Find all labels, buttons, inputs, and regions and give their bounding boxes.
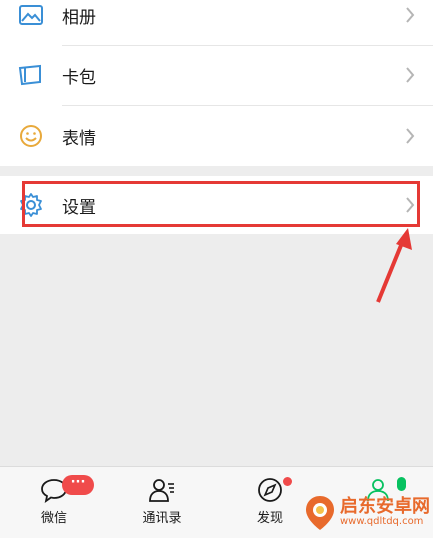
sticker-smile-icon bbox=[18, 123, 44, 149]
tab-label: 通讯录 bbox=[142, 511, 182, 526]
photo-album-icon bbox=[18, 2, 44, 28]
menu-item-label: 表情 bbox=[62, 128, 96, 149]
settings-group: 设置 bbox=[0, 176, 433, 234]
menu-item-label: 相册 bbox=[62, 7, 96, 28]
chevron-right-icon bbox=[406, 128, 415, 144]
tab-contacts[interactable]: 通讯录 bbox=[108, 467, 216, 538]
watermark-title: 启东安卓网 bbox=[340, 496, 430, 517]
menu-item-settings[interactable]: 设置 bbox=[0, 176, 433, 234]
tab-chats[interactable]: ··· 微信 bbox=[0, 467, 108, 538]
compass-icon bbox=[258, 478, 282, 502]
tab-label: 微信 bbox=[40, 511, 67, 526]
menu-item-stickers[interactable]: 表情 bbox=[0, 107, 433, 165]
contacts-icon bbox=[149, 479, 174, 502]
new-moment-dot bbox=[283, 477, 292, 486]
unread-badge: ··· bbox=[62, 475, 94, 495]
gear-icon bbox=[18, 192, 44, 218]
me-page: 相册 卡包 表情 设置 ··· 微信 通讯录 发现 启东安卓网 www.qdlt… bbox=[0, 0, 433, 538]
divider bbox=[62, 105, 433, 106]
watermark-url: www.qdltdq.com bbox=[340, 516, 424, 527]
menu-item-album[interactable]: 相册 bbox=[0, 0, 433, 44]
card-wallet-icon bbox=[18, 62, 44, 88]
menu-item-label: 设置 bbox=[62, 197, 96, 218]
chevron-right-icon bbox=[406, 7, 415, 23]
menu-item-card-wallet[interactable]: 卡包 bbox=[0, 46, 433, 104]
watermark-logo-icon bbox=[306, 496, 334, 530]
chevron-right-icon bbox=[406, 197, 415, 213]
menu-item-label: 卡包 bbox=[62, 67, 96, 88]
watermark: 启东安卓网 www.qdltdq.com bbox=[300, 488, 433, 538]
chevron-right-icon bbox=[406, 67, 415, 83]
menu-group: 相册 卡包 表情 bbox=[0, 0, 433, 166]
annotation-arrow-icon bbox=[376, 228, 412, 303]
